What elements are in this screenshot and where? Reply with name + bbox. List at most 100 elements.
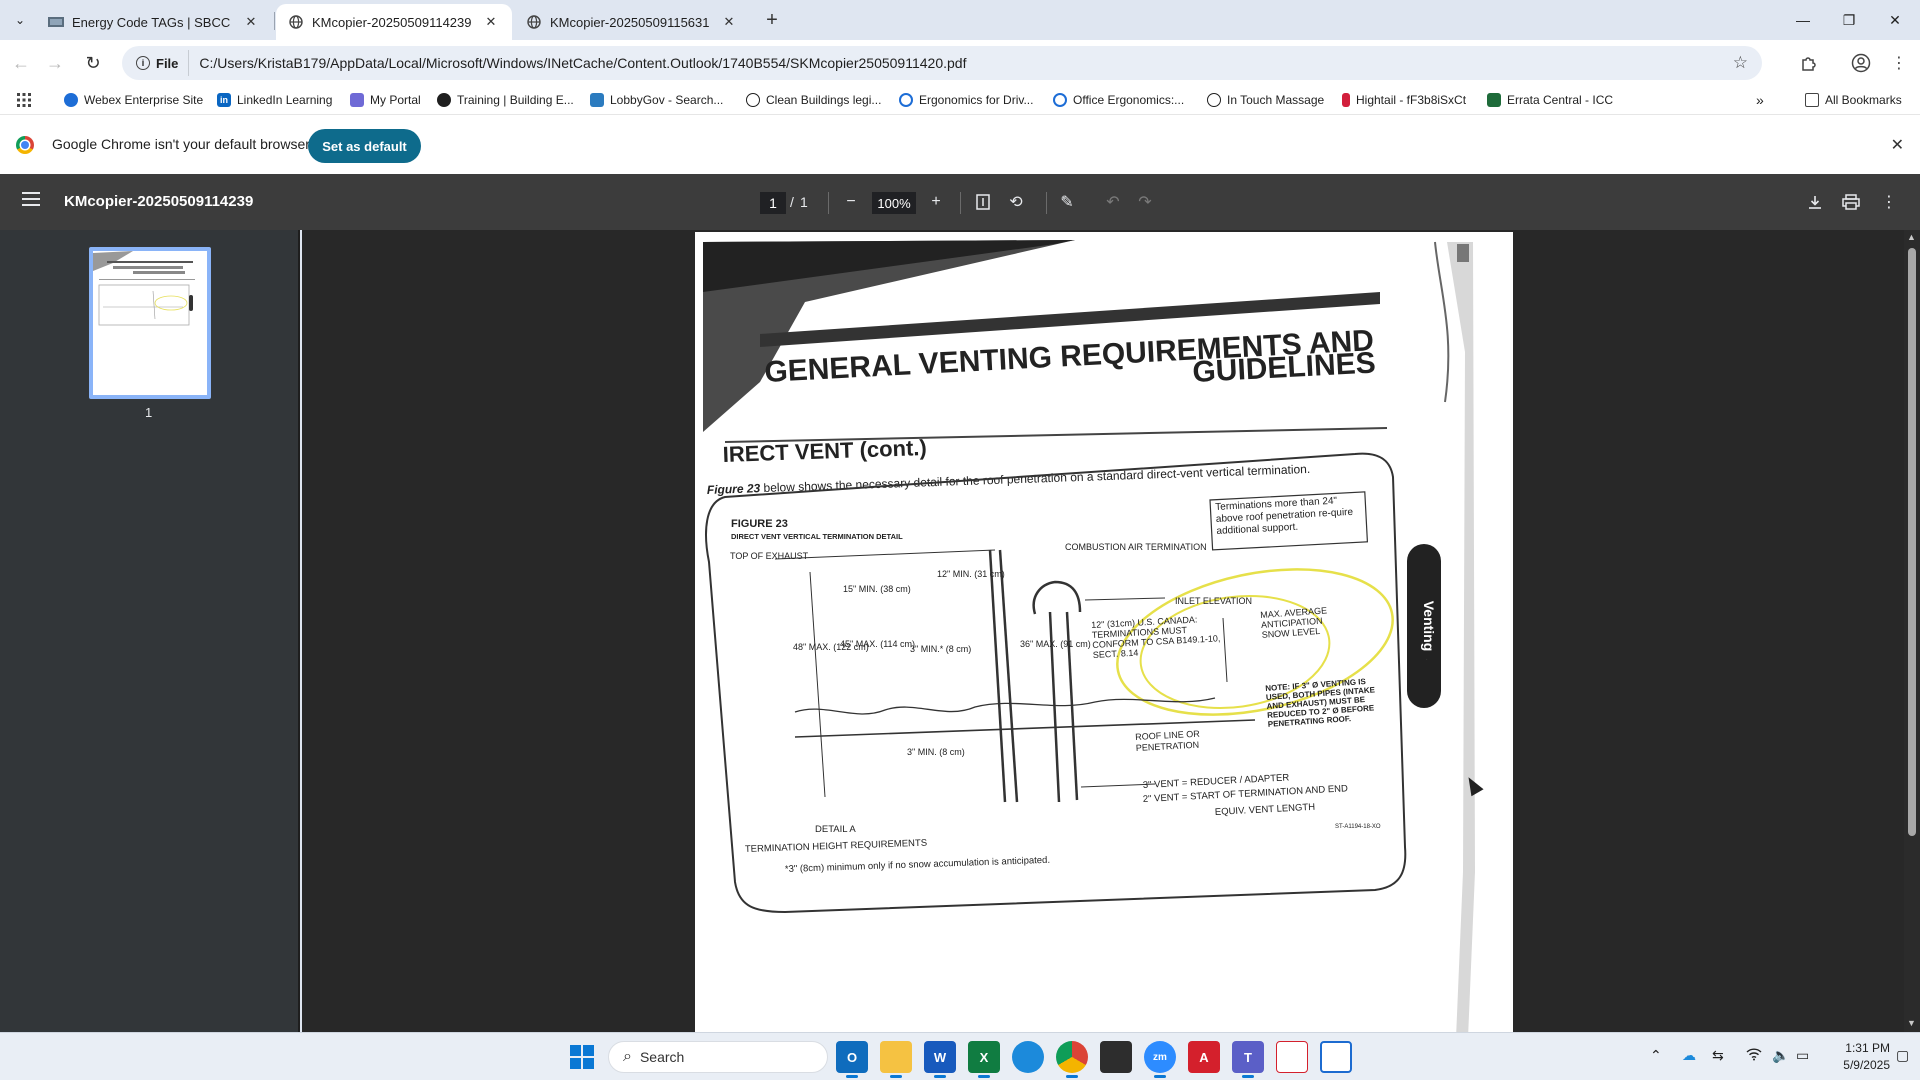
notification-bell-icon[interactable]: ▢ — [1896, 1047, 1909, 1064]
edge-app-icon[interactable] — [1012, 1041, 1044, 1073]
acrobat-app-icon[interactable]: A — [1188, 1041, 1220, 1073]
tab-kmcopier-active[interactable]: KMcopier-20250509114239 ✕ — [276, 4, 512, 40]
vpn-icon[interactable]: ⇆ — [1712, 1047, 1724, 1064]
doc-section-title: IRECT VENT (cont.) — [722, 435, 927, 467]
battery-icon[interactable]: ▭ — [1796, 1047, 1809, 1064]
more-bookmarks-chevron-icon[interactable]: » — [1756, 90, 1764, 110]
bookmark-webex[interactable]: Webex Enterprise Site — [64, 90, 203, 110]
rotate-icon[interactable]: ⟲ — [1003, 189, 1029, 215]
chrome-app-icon[interactable] — [1056, 1041, 1088, 1078]
fit-page-icon[interactable] — [970, 189, 996, 215]
tab-kmcopier-2[interactable]: KMcopier-20250509115631 ✕ — [514, 4, 750, 40]
download-icon[interactable] — [1802, 189, 1828, 215]
reload-icon[interactable]: ↻ — [78, 48, 108, 78]
close-tab-icon[interactable]: ✕ — [482, 13, 500, 31]
extensions-puzzle-icon[interactable] — [1796, 50, 1822, 76]
zoom-in-icon[interactable]: + — [923, 189, 949, 215]
bookmark-label: My Portal — [370, 93, 421, 107]
close-tab-icon[interactable]: ✕ — [720, 13, 738, 31]
pdf-canvas[interactable]: GENERAL VENTING REQUIREMENTS AND GUIDELI… — [302, 230, 1904, 1032]
system-clock[interactable]: 1:31 PM 5/9/2025 — [1818, 1040, 1890, 1074]
terminal-app-icon[interactable] — [1100, 1041, 1132, 1073]
taskbar-search-input[interactable]: ⌕ Search — [608, 1041, 828, 1073]
bookmark-star-icon[interactable]: ☆ — [1733, 53, 1748, 73]
bookmark-my-portal[interactable]: My Portal — [350, 90, 421, 110]
close-window-icon[interactable]: ✕ — [1872, 0, 1918, 40]
bookmark-office-ergonomics[interactable]: Office Ergonomics:... — [1053, 90, 1184, 110]
outlook-app-icon[interactable]: O — [836, 1041, 868, 1078]
search-placeholder: Search — [639, 1049, 685, 1065]
pdf-more-kebab-icon[interactable]: ⋮ — [1876, 189, 1902, 215]
bookmark-linkedin-learning[interactable]: in LinkedIn Learning — [217, 90, 332, 110]
chrome-logo-icon — [16, 136, 34, 154]
label-equiv-vent: EQUIV. VENT LENGTH — [1215, 802, 1316, 818]
volume-speaker-icon[interactable]: 🔈 — [1772, 1047, 1789, 1064]
page-separator: / — [790, 194, 794, 210]
apps-grid-icon[interactable] — [16, 90, 32, 110]
bookmark-lobbygov[interactable]: LobbyGov - Search... — [590, 90, 723, 110]
back-arrow-icon[interactable]: ← — [6, 48, 36, 78]
bookmark-training[interactable]: Training | Building E... — [437, 90, 574, 110]
label-top-exhaust: TOP OF EXHAUST — [730, 551, 809, 561]
teams-app-icon[interactable]: T — [1232, 1041, 1264, 1078]
tab-title: KMcopier-20250509115631 — [550, 14, 710, 30]
minimize-icon[interactable]: — — [1780, 0, 1826, 40]
scrollbar-thumb[interactable] — [1908, 248, 1916, 836]
figure-title: FIGURE 23 — [731, 518, 788, 530]
url-text[interactable]: C:/Users/KristaB179/AppData/Local/Micros… — [199, 55, 966, 71]
site-info-chip[interactable]: i File — [130, 50, 190, 76]
sidebar-toggle-hamburger-icon[interactable] — [22, 192, 40, 206]
page-number-input[interactable]: 1 — [760, 192, 786, 214]
label-3-min: 3" MIN. (8 cm) — [907, 747, 965, 757]
annotate-pen-icon[interactable]: ✎ — [1054, 189, 1080, 215]
undo-icon[interactable]: ↶ — [1100, 189, 1126, 215]
bookmark-clean-buildings[interactable]: Clean Buildings legi... — [746, 90, 881, 110]
snipping-tool-app-icon[interactable] — [1276, 1041, 1308, 1073]
zoom-out-icon[interactable]: − — [838, 189, 864, 215]
label-15-min: 15" MIN. (38 cm) — [843, 584, 911, 594]
address-bar[interactable]: i File C:/Users/KristaB179/AppData/Local… — [122, 46, 1762, 80]
label-snow-level: MAX. AVERAGE ANTICIPATION SNOW LEVEL — [1260, 605, 1328, 640]
close-infobar-icon[interactable]: ✕ — [1891, 135, 1904, 155]
bookmark-ergonomics-drivers[interactable]: Ergonomics for Driv... — [899, 90, 1033, 110]
word-app-icon[interactable]: W — [924, 1041, 956, 1078]
forward-arrow-icon[interactable]: → — [40, 48, 70, 78]
browser-toolbar: ← → ↻ i File C:/Users/KristaB179/AppData… — [0, 40, 1920, 86]
tab-energy-code[interactable]: Energy Code TAGs | SBCC ✕ — [36, 4, 272, 40]
toolbar-divider — [828, 192, 829, 214]
bookmark-errata-central[interactable]: Errata Central - ICC — [1487, 90, 1613, 110]
label-combustion-air: COMBUSTION AIR TERMINATION — [1065, 542, 1207, 552]
bookmark-hightail[interactable]: Hightail - fF3b8iSxCt — [1342, 90, 1466, 110]
figure-subtitle: DIRECT VENT VERTICAL TERMINATION DETAIL — [731, 532, 903, 541]
pdf-scrollbar[interactable]: ▲ ▼ — [1904, 230, 1920, 1032]
onedrive-cloud-icon[interactable]: ☁ — [1682, 1047, 1696, 1064]
new-tab-plus-icon[interactable]: + — [758, 8, 786, 32]
globe-icon — [288, 14, 304, 30]
scroll-down-arrow-icon[interactable]: ▼ — [1907, 1018, 1916, 1028]
wifi-icon[interactable] — [1746, 1047, 1762, 1064]
icc-icon — [1487, 93, 1501, 107]
tray-chevron-up-icon[interactable]: ⌃ — [1650, 1047, 1662, 1064]
set-as-default-button[interactable]: Set as default — [308, 129, 421, 163]
zoom-level-input[interactable]: 100% — [872, 192, 916, 214]
all-bookmarks-button[interactable]: All Bookmarks — [1805, 90, 1902, 110]
redo-icon[interactable]: ↷ — [1132, 189, 1158, 215]
windows-start-icon[interactable] — [570, 1045, 594, 1069]
remote-desktop-app-icon[interactable] — [1320, 1041, 1352, 1073]
portal-icon — [350, 93, 364, 107]
profile-avatar-icon[interactable] — [1848, 50, 1874, 76]
bookmark-in-touch-massage[interactable]: In Touch Massage — [1207, 90, 1324, 110]
close-tab-icon[interactable]: ✕ — [242, 13, 260, 31]
zoom-app-icon[interactable]: zm — [1144, 1041, 1176, 1078]
file-explorer-app-icon[interactable] — [880, 1041, 912, 1078]
label-canada: 12" (31cm) U.S. CANADA: TERMINATIONS MUS… — [1091, 614, 1221, 660]
tab-search-chevron-icon[interactable]: ⌄ — [8, 8, 32, 32]
excel-app-icon[interactable]: X — [968, 1041, 1000, 1078]
print-icon[interactable] — [1838, 189, 1864, 215]
scroll-up-arrow-icon[interactable]: ▲ — [1907, 232, 1916, 242]
restore-icon[interactable]: ❐ — [1826, 0, 1872, 40]
ergonomics-icon — [1053, 93, 1067, 107]
page-thumbnail[interactable] — [89, 247, 211, 399]
browser-menu-kebab-icon[interactable]: ⋮ — [1886, 50, 1912, 76]
search-icon: ⌕ — [623, 1048, 632, 1065]
